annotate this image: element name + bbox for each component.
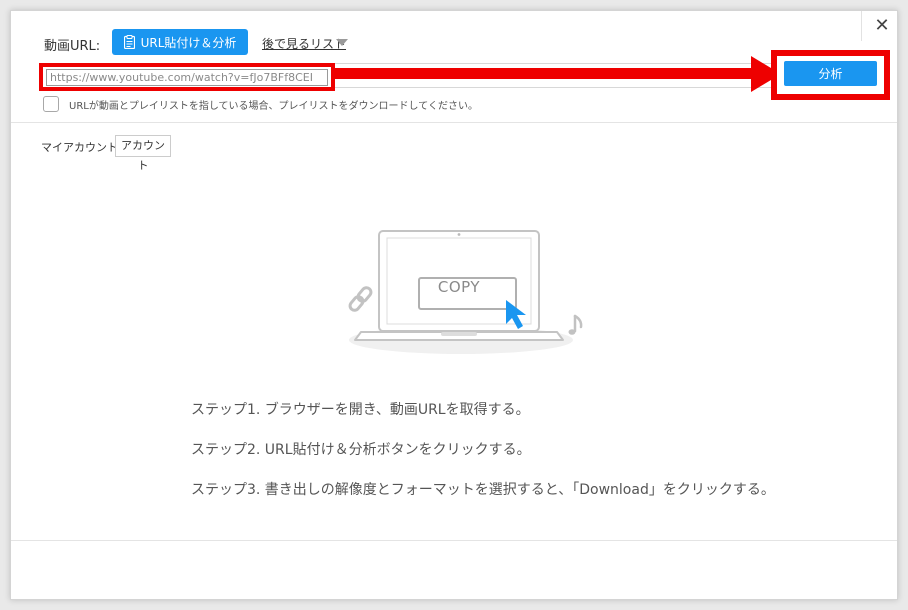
playlist-checkbox-label: URLが動画とプレイリストを指している場合、プレイリストをダウンロードしてくださ…	[69, 101, 478, 112]
close-separator	[861, 11, 862, 41]
paste-and-analyze-button[interactable]: URL貼付け＆分析	[112, 29, 248, 55]
url-input-highlight	[39, 63, 335, 91]
video-url-input[interactable]	[46, 69, 328, 86]
analyze-button-highlight: 分析	[771, 50, 890, 100]
step-2: ステップ2. URL貼付け＆分析ボタンをクリックする。	[191, 442, 531, 458]
chain-link-icon	[348, 286, 373, 312]
clipboard-icon	[123, 35, 135, 50]
paste-and-analyze-label: URL貼付け＆分析	[140, 35, 237, 50]
music-note-icon	[568, 314, 583, 335]
my-account-label: マイアカウント	[41, 141, 118, 154]
footer-divider	[11, 540, 897, 541]
copy-label: COPY	[437, 278, 481, 296]
annotation-arrow-icon	[333, 56, 781, 92]
downloader-dialog: ✕ 動画URL: URL貼付け＆分析 後で見るリスト 分析 URLが動画とプレイ…	[10, 10, 898, 600]
account-button[interactable]: アカウント	[115, 135, 171, 172]
header-divider	[11, 122, 897, 123]
close-button[interactable]: ✕	[869, 13, 895, 39]
watch-later-dropdown-caret-icon[interactable]	[336, 39, 348, 46]
playlist-checkbox[interactable]	[43, 96, 59, 112]
watch-later-list-link[interactable]: 後で見るリスト	[262, 35, 346, 52]
analyze-button[interactable]: 分析	[784, 61, 877, 86]
video-url-label: 動画URL:	[44, 39, 101, 54]
step-1: ステップ1. ブラウザーを開き、動画URLを取得する。	[191, 402, 530, 418]
step-3: ステップ3. 書き出しの解像度とフォーマットを選択すると、「Download」を…	[191, 482, 775, 498]
